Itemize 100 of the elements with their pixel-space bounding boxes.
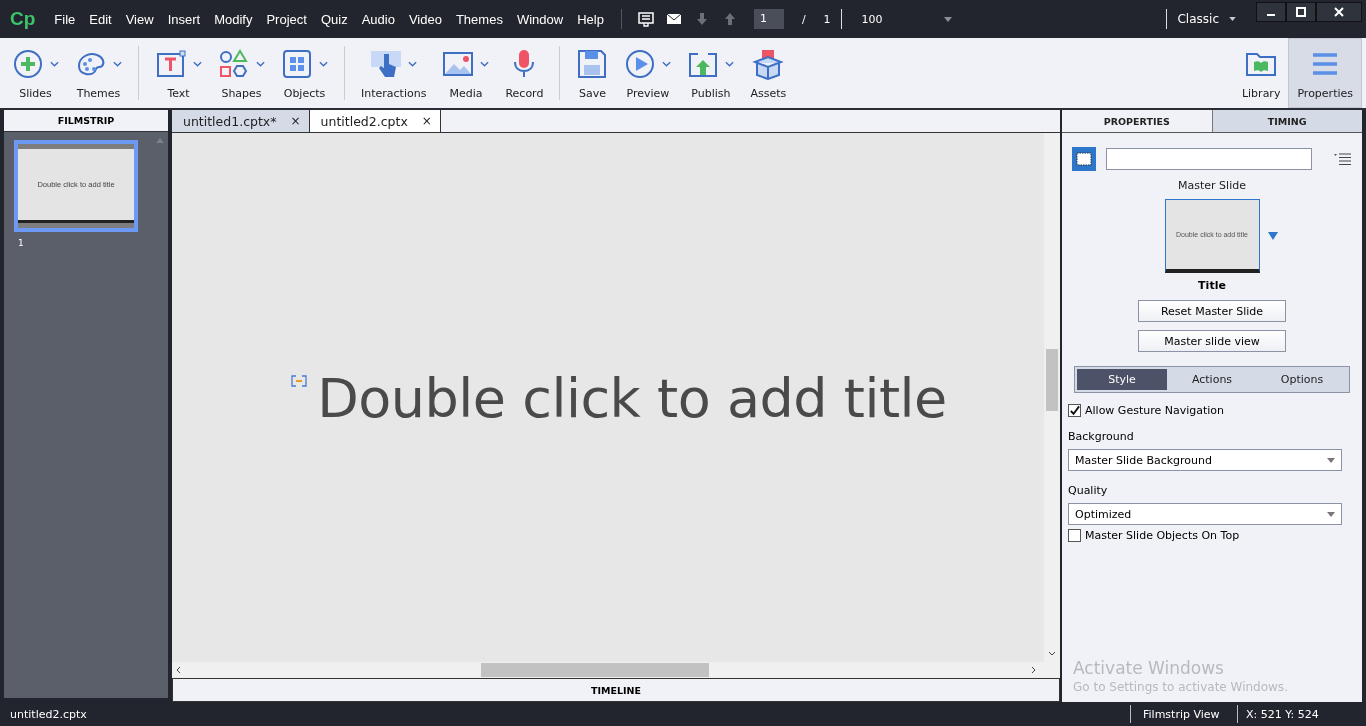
panel-header: FILMSTRIP — [4, 110, 168, 132]
document-tab[interactable]: untitled1.cptx* × — [172, 110, 310, 132]
toolbar-button[interactable]: Objects — [273, 38, 336, 108]
style-tab[interactable]: Actions — [1167, 369, 1257, 390]
scroll-down-icon[interactable] — [1048, 651, 1056, 656]
menu-item[interactable]: Edit — [82, 11, 119, 27]
master-slide-name: Title — [1198, 279, 1226, 292]
workspace-dropdown[interactable]: Classic — [1177, 12, 1236, 26]
caret-icon — [1327, 511, 1335, 517]
page-field[interactable]: 1 — [753, 9, 784, 29]
shapes-icon — [218, 47, 250, 80]
close-icon[interactable]: × — [290, 114, 301, 128]
panel-tab[interactable]: TIMING — [1211, 110, 1362, 132]
scroll-thumb[interactable] — [1046, 349, 1058, 411]
caret-icon — [725, 60, 735, 67]
zoom-dropdown[interactable]: 100 — [861, 12, 952, 26]
page-total: 1 — [823, 12, 831, 26]
caret-icon — [1229, 17, 1236, 21]
caret-icon — [943, 16, 952, 22]
dropdown-arrow-icon[interactable] — [1267, 232, 1278, 240]
vertical-scrollbar[interactable] — [1044, 133, 1060, 662]
quality-dropdown[interactable]: Optimized — [1068, 503, 1342, 525]
toolbar-button[interactable]: Library — [1233, 38, 1289, 108]
name-field[interactable] — [1106, 148, 1312, 170]
maximize-icon — [1295, 6, 1307, 18]
app-logo: Cp — [10, 8, 36, 30]
caret-icon — [193, 60, 202, 67]
toolbar-button[interactable]: Save — [568, 38, 617, 108]
toolbar-button[interactable]: Interactions — [353, 38, 435, 108]
toolbar-button[interactable]: Shapes — [210, 38, 273, 108]
field-label: Quality — [1068, 484, 1109, 497]
activation-title: Activate Windows — [1073, 658, 1225, 678]
scroll-left-icon[interactable] — [176, 666, 181, 674]
menu-item[interactable]: View — [118, 11, 161, 27]
toolbar-button[interactable]: Properties — [1288, 38, 1362, 108]
checkbox[interactable] — [1068, 529, 1081, 542]
page-separator: / — [801, 12, 806, 26]
toolbar-button[interactable]: Publish — [679, 38, 743, 108]
mail-icon[interactable] — [665, 11, 682, 27]
caret-icon — [256, 60, 265, 67]
slide-number: 1 — [18, 238, 25, 248]
style-icon[interactable] — [1072, 147, 1096, 171]
close-icon[interactable]: × — [421, 114, 432, 128]
status-file-name: untitled2.cptx — [10, 707, 87, 721]
toolbar-button[interactable]: Themes — [67, 38, 130, 108]
scroll-thumb[interactable] — [481, 663, 709, 677]
play-icon — [624, 47, 657, 80]
close-icon — [1333, 6, 1345, 18]
grid-icon — [281, 47, 313, 80]
toolbar-button[interactable]: Text — [147, 38, 210, 108]
toolbar-button[interactable]: Slides — [4, 38, 67, 108]
list-menu-icon[interactable] — [1334, 153, 1352, 165]
style-tab[interactable]: Options — [1257, 369, 1347, 390]
caret-icon — [662, 60, 672, 67]
caret-icon — [480, 60, 490, 67]
menu-item[interactable]: Help — [570, 11, 611, 27]
checkbox-label: Allow Gesture Navigation — [1085, 404, 1225, 417]
minimize-icon — [1267, 14, 1275, 16]
checkbox[interactable] — [1068, 404, 1081, 417]
activation-text: Go to Settings to activate Windows. — [1073, 680, 1289, 694]
background-dropdown[interactable]: Master Slide Background — [1068, 449, 1342, 471]
caret-icon — [408, 60, 418, 67]
panel-header[interactable]: TIMELINE — [172, 678, 1060, 702]
style-tab[interactable]: Style — [1077, 369, 1167, 390]
plus-icon — [12, 47, 44, 80]
slide-title[interactable]: Double click to add title — [317, 367, 947, 430]
panel-button[interactable]: Master slide view — [1138, 330, 1286, 352]
box-icon — [752, 47, 785, 80]
scroll-right-icon[interactable] — [1031, 666, 1036, 674]
menu-item[interactable]: Themes — [448, 11, 510, 27]
text-icon — [155, 47, 187, 80]
menu-item[interactable]: Insert — [160, 11, 208, 27]
caret-icon — [113, 60, 122, 67]
menu-item[interactable]: Audio — [354, 11, 402, 27]
menu-item[interactable]: Modify — [207, 11, 260, 27]
menu-item[interactable]: File — [47, 11, 83, 27]
menu-item[interactable]: Quiz — [313, 11, 355, 27]
minimize-button[interactable] — [1256, 2, 1286, 22]
master-slide-label: Master Slide — [1178, 179, 1246, 192]
menu-item[interactable]: Video — [401, 11, 449, 27]
toolbar-button[interactable]: Media — [434, 38, 498, 108]
toolbar-button[interactable]: Record — [497, 38, 552, 108]
maximize-button[interactable] — [1286, 2, 1316, 22]
caret-icon — [319, 60, 328, 67]
status-view: Filmstrip View — [1142, 707, 1221, 721]
document-tab[interactable]: untitled2.cptx × — [309, 110, 441, 132]
menu-item[interactable]: Project — [259, 11, 314, 27]
panel-button[interactable]: Reset Master Slide — [1138, 300, 1286, 322]
horizontal-scrollbar[interactable] — [172, 662, 1060, 678]
placeholder-icon — [291, 375, 308, 387]
caret-icon — [50, 60, 59, 67]
checkbox-label: Master Slide Objects On Top — [1085, 529, 1240, 542]
status-coordinates: X: 521 Y: 524 — [1246, 707, 1320, 721]
comment-icon[interactable] — [637, 11, 654, 27]
toolbar-button[interactable]: Preview — [616, 38, 680, 108]
toolbar-button[interactable]: Assets — [742, 38, 795, 108]
caret-icon — [1327, 457, 1335, 463]
close-button[interactable] — [1316, 2, 1362, 22]
menu-item[interactable]: Window — [509, 11, 571, 27]
field-label: Background — [1068, 430, 1135, 443]
